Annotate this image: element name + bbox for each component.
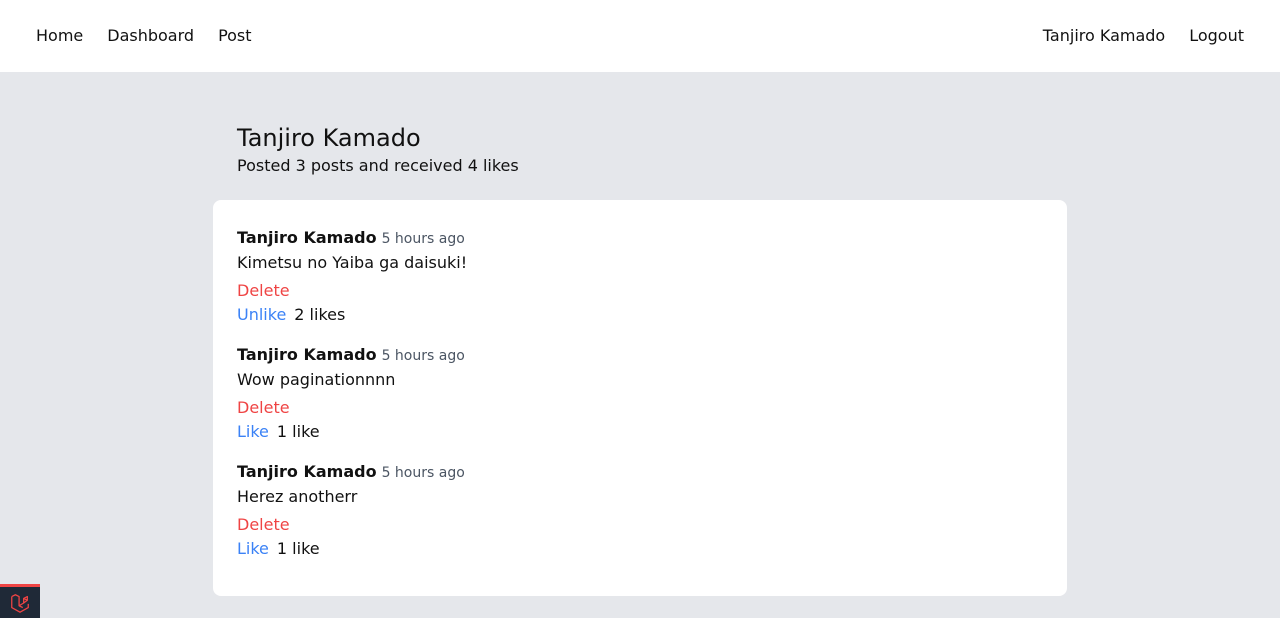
post-item: Tanjiro Kamado 5 hours ago Herez another…	[237, 462, 1043, 559]
post-actions: Unlike 2 likes	[237, 305, 1043, 325]
like-count: 2 likes	[294, 305, 346, 324]
like-button[interactable]: Like	[237, 422, 269, 442]
post-author[interactable]: Tanjiro Kamado	[237, 228, 377, 248]
top-navbar: Home Dashboard Post Tanjiro Kamado Logou…	[0, 0, 1280, 72]
profile-name: Tanjiro Kamado	[237, 124, 421, 152]
nav-dashboard-link[interactable]: Dashboard	[107, 26, 194, 46]
post-actions: Like 1 like	[237, 422, 1043, 442]
post-timestamp: 5 hours ago	[381, 348, 465, 364]
post-body: Wow paginationnnn	[237, 370, 396, 389]
delete-button[interactable]: Delete	[237, 281, 290, 301]
post-header: Tanjiro Kamado 5 hours ago	[237, 228, 1043, 249]
post-header: Tanjiro Kamado 5 hours ago	[237, 462, 1043, 483]
posts-card: Tanjiro Kamado 5 hours ago Kimetsu no Ya…	[213, 200, 1067, 596]
nav-home-link[interactable]: Home	[36, 26, 83, 46]
profile-stats: Posted 3 posts and received 4 likes	[237, 156, 519, 175]
like-count: 1 like	[276, 539, 320, 558]
post-author[interactable]: Tanjiro Kamado	[237, 345, 377, 365]
laravel-logo-icon	[11, 593, 29, 613]
like-count: 1 like	[276, 422, 320, 441]
unlike-button[interactable]: Unlike	[237, 305, 286, 325]
nav-user-link[interactable]: Tanjiro Kamado	[1043, 26, 1165, 46]
delete-button[interactable]: Delete	[237, 515, 290, 535]
post-author[interactable]: Tanjiro Kamado	[237, 462, 377, 482]
profile-header: Tanjiro Kamado Posted 3 posts and receiv…	[237, 122, 519, 176]
delete-button[interactable]: Delete	[237, 398, 290, 418]
like-button[interactable]: Like	[237, 539, 269, 559]
post-item: Tanjiro Kamado 5 hours ago Kimetsu no Ya…	[237, 228, 1043, 325]
nav-right: Tanjiro Kamado Logout	[1019, 26, 1244, 46]
post-actions: Like 1 like	[237, 539, 1043, 559]
post-header: Tanjiro Kamado 5 hours ago	[237, 345, 1043, 366]
post-timestamp: 5 hours ago	[381, 231, 465, 247]
nav-left: Home Dashboard Post	[36, 26, 276, 46]
post-body: Kimetsu no Yaiba ga daisuki!	[237, 253, 468, 272]
nav-post-link[interactable]: Post	[218, 26, 251, 46]
laravel-debug-badge[interactable]	[0, 584, 40, 618]
post-body: Herez anotherr	[237, 487, 358, 506]
post-timestamp: 5 hours ago	[381, 465, 465, 481]
nav-logout-link[interactable]: Logout	[1189, 26, 1244, 46]
post-item: Tanjiro Kamado 5 hours ago Wow paginatio…	[237, 345, 1043, 442]
